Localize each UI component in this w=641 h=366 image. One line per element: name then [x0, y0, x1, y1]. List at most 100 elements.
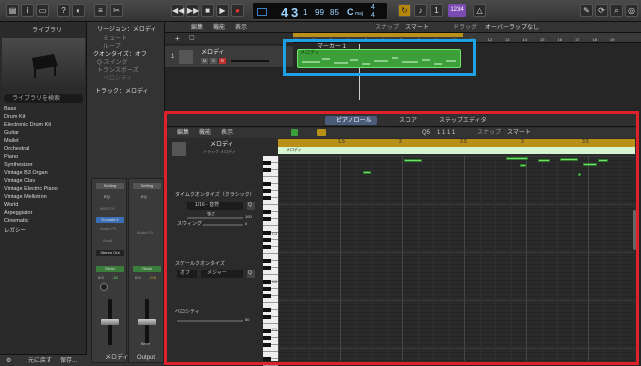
- toolbar-icon[interactable]: ▭: [36, 4, 49, 17]
- volume-value: 0.0: [135, 275, 141, 280]
- track-name[interactable]: メロディ: [201, 50, 225, 56]
- library-item[interactable]: Guitar: [4, 130, 19, 136]
- track-icon: [179, 50, 193, 64]
- lcd-display[interactable]: 4 3 1 99 85 C maj 4 4: [252, 2, 388, 20]
- library-item[interactable]: レガシー: [4, 226, 26, 234]
- stop-icon[interactable]: ■: [201, 4, 214, 17]
- send-label[interactable]: Send: [103, 239, 112, 243]
- lcd-key: C: [347, 7, 354, 17]
- library-search-field[interactable]: ライブラリを検索: [4, 94, 83, 103]
- library-item[interactable]: World: [4, 202, 18, 208]
- control-bar: ▤ i ▭ ? ◐ ≡ ✂ ◀◀ ▶▶ ■ ▶ ● 4 3 1 99 85 C …: [0, 0, 641, 22]
- lcd-sub: 1: [303, 8, 308, 17]
- library-item[interactable]: Cinematic: [4, 218, 28, 224]
- volume-fader[interactable]: [138, 319, 156, 325]
- library-item[interactable]: Mallet: [4, 138, 19, 144]
- setting-button[interactable]: Setting: [133, 183, 161, 189]
- library-item[interactable]: Arpeggiator: [4, 210, 32, 216]
- automation-read-button[interactable]: Read: [133, 266, 161, 272]
- play-icon[interactable]: ▶: [216, 4, 229, 17]
- mute-button[interactable]: M: [201, 58, 208, 64]
- folder-icon[interactable]: ▢: [189, 35, 195, 41]
- info-icon[interactable]: i: [21, 4, 34, 17]
- edit-menu[interactable]: 編集: [191, 25, 203, 31]
- forward-icon[interactable]: ▶▶: [186, 4, 199, 17]
- inspector-panel: リージョン：メロディ ミュート ループ クオンタイズ：オフ Q-スイング トラン…: [87, 22, 165, 366]
- audio-fx-label[interactable]: Audio FX: [137, 231, 153, 235]
- volume-value: 0.0: [98, 275, 104, 280]
- ruler-tick: 13: [505, 37, 510, 42]
- search-icon[interactable]: ◎: [625, 4, 638, 17]
- bounce-button[interactable]: Bnce: [141, 342, 150, 346]
- library-item[interactable]: Vintage Electric Piano: [4, 186, 58, 192]
- browser-icon[interactable]: ⌕: [610, 4, 623, 17]
- region-param: トランスポーズ: [97, 68, 139, 74]
- record-enable-button[interactable]: R: [219, 58, 226, 64]
- midi-fx-label[interactable]: MIDI FX: [100, 207, 115, 211]
- smart-controls-icon[interactable]: ◐: [72, 4, 85, 17]
- functions-menu[interactable]: 機能: [213, 25, 225, 31]
- record-icon[interactable]: ●: [231, 4, 244, 17]
- region-inspector-header[interactable]: リージョン：メロディ: [97, 27, 156, 33]
- track-header-toolbar: + ▢: [165, 33, 293, 43]
- peak-value: -0.9: [149, 275, 156, 280]
- library-item[interactable]: Vintage Mellotron: [4, 194, 47, 200]
- lcd-mode-icon[interactable]: [257, 8, 267, 16]
- help-icon[interactable]: ?: [57, 4, 70, 17]
- strip-name-output: Output: [137, 355, 156, 361]
- track-number: 1: [171, 54, 175, 60]
- audio-fx-label[interactable]: Audio FX: [100, 227, 116, 231]
- count-in-icon[interactable]: 1: [430, 4, 443, 17]
- notepad-icon[interactable]: ✎: [580, 4, 593, 17]
- mixer-icon[interactable]: ≡: [94, 4, 107, 17]
- rewind-icon[interactable]: ◀◀: [171, 4, 184, 17]
- library-item[interactable]: Bass: [4, 106, 16, 112]
- library-icon[interactable]: ▤: [6, 4, 19, 17]
- library-item[interactable]: Synthesizer: [4, 162, 33, 168]
- lcd-tempo-sub: 85: [330, 8, 339, 17]
- add-track-icon[interactable]: +: [175, 35, 180, 43]
- gear-icon[interactable]: ⚙: [6, 358, 11, 364]
- lcd-key-mode: maj: [355, 11, 364, 17]
- loops-icon[interactable]: ⟳: [595, 4, 608, 17]
- editors-icon[interactable]: ✂: [110, 4, 123, 17]
- library-item[interactable]: Drum Kit: [4, 114, 25, 120]
- ruler-tick: 18: [592, 37, 597, 42]
- save-button[interactable]: 保存...: [60, 358, 77, 364]
- track-header-melody[interactable]: 1 メロディ M S R: [165, 46, 293, 68]
- library-item[interactable]: Vintage B3 Organ: [4, 170, 48, 176]
- output-button[interactable]: Stereo Out: [96, 250, 124, 256]
- tuner-icon[interactable]: ♪: [414, 4, 427, 17]
- track-inspector-header[interactable]: トラック：メロディ: [95, 89, 149, 95]
- setting-button[interactable]: Setting: [96, 183, 124, 189]
- automation-read-button[interactable]: Read: [96, 266, 124, 272]
- library-item[interactable]: Electronic Drum Kit: [4, 122, 51, 128]
- instrument-image: [2, 38, 85, 90]
- library-title: ライブラリ: [32, 28, 63, 34]
- instrument-plugin-button[interactable]: Kontakt 5: [96, 217, 124, 223]
- library-footer: ⚙ 元に戻す 保存...: [0, 354, 87, 366]
- cycle-icon[interactable]: ↻: [398, 4, 411, 17]
- editor-highlight-box: [164, 111, 639, 365]
- eq-label[interactable]: EQ: [141, 195, 147, 199]
- metronome-icon[interactable]: △: [473, 4, 486, 17]
- solo-button[interactable]: S: [210, 58, 217, 64]
- drag-select[interactable]: オーバーラップなし: [485, 25, 539, 31]
- region-highlight-box: [283, 39, 476, 76]
- library-item[interactable]: Piano: [4, 154, 18, 160]
- track-volume-slider[interactable]: [231, 60, 269, 62]
- region-param: Q-スイング: [97, 60, 128, 66]
- library-item[interactable]: Orchestral: [4, 146, 29, 152]
- revert-button[interactable]: 元に戻す: [28, 358, 52, 364]
- cycle-range[interactable]: [293, 33, 463, 37]
- channel-strip-output: Setting EQ Audio FX Read 0.0 -0.9 Bnce O…: [128, 178, 164, 363]
- region-param[interactable]: クオンタイズ：オフ: [93, 52, 147, 58]
- view-menu[interactable]: 表示: [235, 25, 247, 31]
- peak-value: -15: [112, 275, 118, 280]
- eq-label[interactable]: EQ: [104, 195, 110, 199]
- snap-select[interactable]: スマート: [405, 25, 429, 31]
- volume-fader[interactable]: [101, 319, 119, 325]
- library-item[interactable]: Vintage Clav: [4, 178, 35, 184]
- pan-knob[interactable]: [100, 283, 108, 291]
- cpu-meter[interactable]: 1234: [448, 4, 466, 17]
